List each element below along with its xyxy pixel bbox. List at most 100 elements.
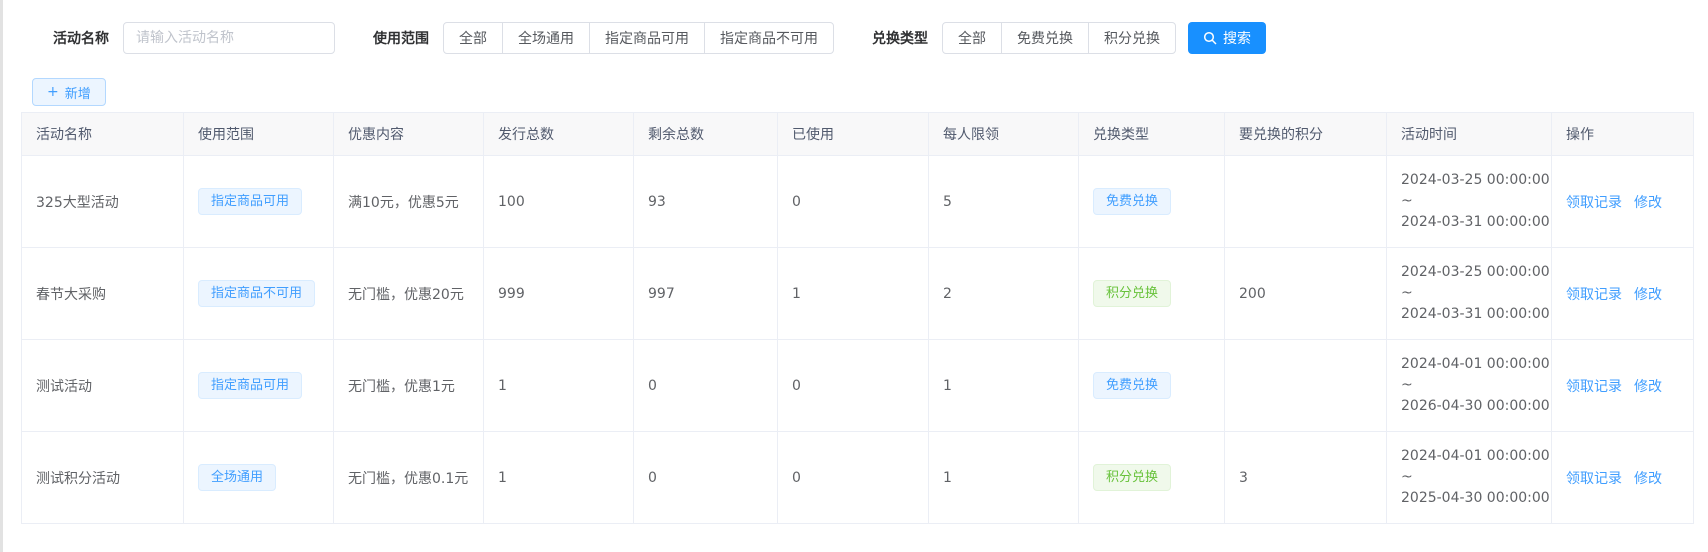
activity-name-cell: 春节大采购 bbox=[22, 248, 184, 340]
issued-total-cell: 1 bbox=[484, 340, 634, 432]
usage-scope-cell: 指定商品不可用 bbox=[184, 248, 334, 340]
remaining-total-cell: 93 bbox=[634, 156, 778, 248]
activity-time-cell: 2024-04-01 00:00:00~2025-04-30 00:00:00 bbox=[1387, 432, 1552, 524]
usage-scope-cell: 指定商品可用 bbox=[184, 340, 334, 432]
issued-total-cell: 1 bbox=[484, 432, 634, 524]
activity-name-label: 活动名称 bbox=[53, 28, 109, 48]
issued-total-cell: 100 bbox=[484, 156, 634, 248]
type-option-0[interactable]: 全部 bbox=[942, 22, 1002, 54]
operation-cell: 领取记录修改 bbox=[1552, 432, 1694, 524]
exchange-type-button-group: 全部免费兑换积分兑换 bbox=[942, 22, 1176, 54]
time-start: 2024-03-25 00:00:00 bbox=[1401, 170, 1537, 191]
time-start: 2024-04-01 00:00:00 bbox=[1401, 354, 1537, 375]
table-body: 325大型活动指定商品可用满10元，优惠5元1009305免费兑换2024-03… bbox=[22, 156, 1694, 524]
claim-records-link[interactable]: 领取记录 bbox=[1566, 379, 1622, 395]
search-icon bbox=[1203, 31, 1217, 45]
filter-bar: 活动名称 使用范围 全部全场通用指定商品可用指定商品不可用 兑换类型 全部免费兑… bbox=[3, 0, 1708, 54]
time-end: 2026-04-30 00:00:00 bbox=[1401, 396, 1537, 417]
scope-option-0[interactable]: 全部 bbox=[443, 22, 503, 54]
column-header-5: 已使用 bbox=[778, 113, 929, 156]
operation-cell: 领取记录修改 bbox=[1552, 248, 1694, 340]
type-option-2[interactable]: 积分兑换 bbox=[1088, 22, 1176, 54]
column-header-7: 兑换类型 bbox=[1079, 113, 1225, 156]
per-person-limit-cell: 1 bbox=[929, 432, 1079, 524]
time-end: 2024-03-31 00:00:00 bbox=[1401, 212, 1537, 233]
time-separator: ~ bbox=[1401, 467, 1537, 488]
column-header-0: 活动名称 bbox=[22, 113, 184, 156]
per-person-limit-cell: 5 bbox=[929, 156, 1079, 248]
modify-link[interactable]: 修改 bbox=[1634, 287, 1662, 303]
operation-cell: 领取记录修改 bbox=[1552, 156, 1694, 248]
time-separator: ~ bbox=[1401, 191, 1537, 212]
activity-name-cell: 测试积分活动 bbox=[22, 432, 184, 524]
discount-content-cell: 无门槛，优惠1元 bbox=[334, 340, 484, 432]
discount-content-cell: 无门槛，优惠20元 bbox=[334, 248, 484, 340]
column-header-9: 活动时间 bbox=[1387, 113, 1552, 156]
activity-time-cell: 2024-03-25 00:00:00~2024-03-31 00:00:00 bbox=[1387, 248, 1552, 340]
used-count-cell: 0 bbox=[778, 432, 929, 524]
table-row: 325大型活动指定商品可用满10元，优惠5元1009305免费兑换2024-03… bbox=[22, 156, 1694, 248]
per-person-limit-cell: 1 bbox=[929, 340, 1079, 432]
scope-option-3[interactable]: 指定商品不可用 bbox=[704, 22, 834, 54]
time-end: 2025-04-30 00:00:00 bbox=[1401, 488, 1537, 509]
time-start: 2024-04-01 00:00:00 bbox=[1401, 446, 1537, 467]
modify-link[interactable]: 修改 bbox=[1634, 379, 1662, 395]
add-button[interactable]: + 新增 bbox=[32, 78, 106, 106]
search-button-label: 搜索 bbox=[1223, 28, 1251, 48]
scope-option-2[interactable]: 指定商品可用 bbox=[589, 22, 705, 54]
usage-scope-tag: 指定商品可用 bbox=[198, 188, 302, 215]
column-header-10: 操作 bbox=[1552, 113, 1694, 156]
claim-records-link[interactable]: 领取记录 bbox=[1566, 195, 1622, 211]
modify-link[interactable]: 修改 bbox=[1634, 195, 1662, 211]
plus-icon: + bbox=[47, 85, 59, 99]
table-row: 测试活动指定商品可用无门槛，优惠1元1001免费兑换2024-04-01 00:… bbox=[22, 340, 1694, 432]
table-header-row: 活动名称使用范围优惠内容发行总数剩余总数已使用每人限领兑换类型要兑换的积分活动时… bbox=[22, 113, 1694, 156]
modify-link[interactable]: 修改 bbox=[1634, 471, 1662, 487]
remaining-total-cell: 997 bbox=[634, 248, 778, 340]
operation-cell: 领取记录修改 bbox=[1552, 340, 1694, 432]
remaining-total-cell: 0 bbox=[634, 432, 778, 524]
type-option-1[interactable]: 免费兑换 bbox=[1001, 22, 1089, 54]
table-row: 测试积分活动全场通用无门槛，优惠0.1元1001积分兑换32024-04-01 … bbox=[22, 432, 1694, 524]
activity-time-cell: 2024-04-01 00:00:00~2026-04-30 00:00:00 bbox=[1387, 340, 1552, 432]
used-count-cell: 1 bbox=[778, 248, 929, 340]
column-header-2: 优惠内容 bbox=[334, 113, 484, 156]
claim-records-link[interactable]: 领取记录 bbox=[1566, 471, 1622, 487]
activity-name-cell: 325大型活动 bbox=[22, 156, 184, 248]
column-header-4: 剩余总数 bbox=[634, 113, 778, 156]
time-start: 2024-03-25 00:00:00 bbox=[1401, 262, 1537, 283]
table-row: 春节大采购指定商品不可用无门槛，优惠20元99999712积分兑换2002024… bbox=[22, 248, 1694, 340]
required-points-cell bbox=[1225, 156, 1387, 248]
exchange-type-tag: 免费兑换 bbox=[1093, 372, 1171, 399]
exchange-type-tag: 积分兑换 bbox=[1093, 280, 1171, 307]
usage-scope-button-group: 全部全场通用指定商品可用指定商品不可用 bbox=[443, 22, 834, 54]
coupon-activity-page: 活动名称 使用范围 全部全场通用指定商品可用指定商品不可用 兑换类型 全部免费兑… bbox=[0, 0, 1708, 552]
time-separator: ~ bbox=[1401, 375, 1537, 396]
scope-option-1[interactable]: 全场通用 bbox=[502, 22, 590, 54]
usage-scope-label: 使用范围 bbox=[373, 28, 429, 48]
issued-total-cell: 999 bbox=[484, 248, 634, 340]
search-button[interactable]: 搜索 bbox=[1188, 22, 1266, 54]
time-end: 2024-03-31 00:00:00 bbox=[1401, 304, 1537, 325]
column-header-6: 每人限领 bbox=[929, 113, 1079, 156]
used-count-cell: 0 bbox=[778, 340, 929, 432]
exchange-type-label: 兑换类型 bbox=[872, 28, 928, 48]
exchange-type-cell: 免费兑换 bbox=[1079, 340, 1225, 432]
required-points-cell: 3 bbox=[1225, 432, 1387, 524]
activity-table: 活动名称使用范围优惠内容发行总数剩余总数已使用每人限领兑换类型要兑换的积分活动时… bbox=[21, 112, 1694, 524]
usage-scope-tag: 指定商品不可用 bbox=[198, 280, 315, 307]
required-points-cell bbox=[1225, 340, 1387, 432]
usage-scope-cell: 全场通用 bbox=[184, 432, 334, 524]
column-header-8: 要兑换的积分 bbox=[1225, 113, 1387, 156]
activity-name-input[interactable] bbox=[123, 22, 335, 54]
exchange-type-tag: 积分兑换 bbox=[1093, 464, 1171, 491]
remaining-total-cell: 0 bbox=[634, 340, 778, 432]
usage-scope-tag: 指定商品可用 bbox=[198, 372, 302, 399]
claim-records-link[interactable]: 领取记录 bbox=[1566, 287, 1622, 303]
usage-scope-tag: 全场通用 bbox=[198, 464, 276, 491]
add-button-label: 新增 bbox=[65, 83, 91, 102]
discount-content-cell: 满10元，优惠5元 bbox=[334, 156, 484, 248]
discount-content-cell: 无门槛，优惠0.1元 bbox=[334, 432, 484, 524]
exchange-type-cell: 积分兑换 bbox=[1079, 432, 1225, 524]
column-header-1: 使用范围 bbox=[184, 113, 334, 156]
